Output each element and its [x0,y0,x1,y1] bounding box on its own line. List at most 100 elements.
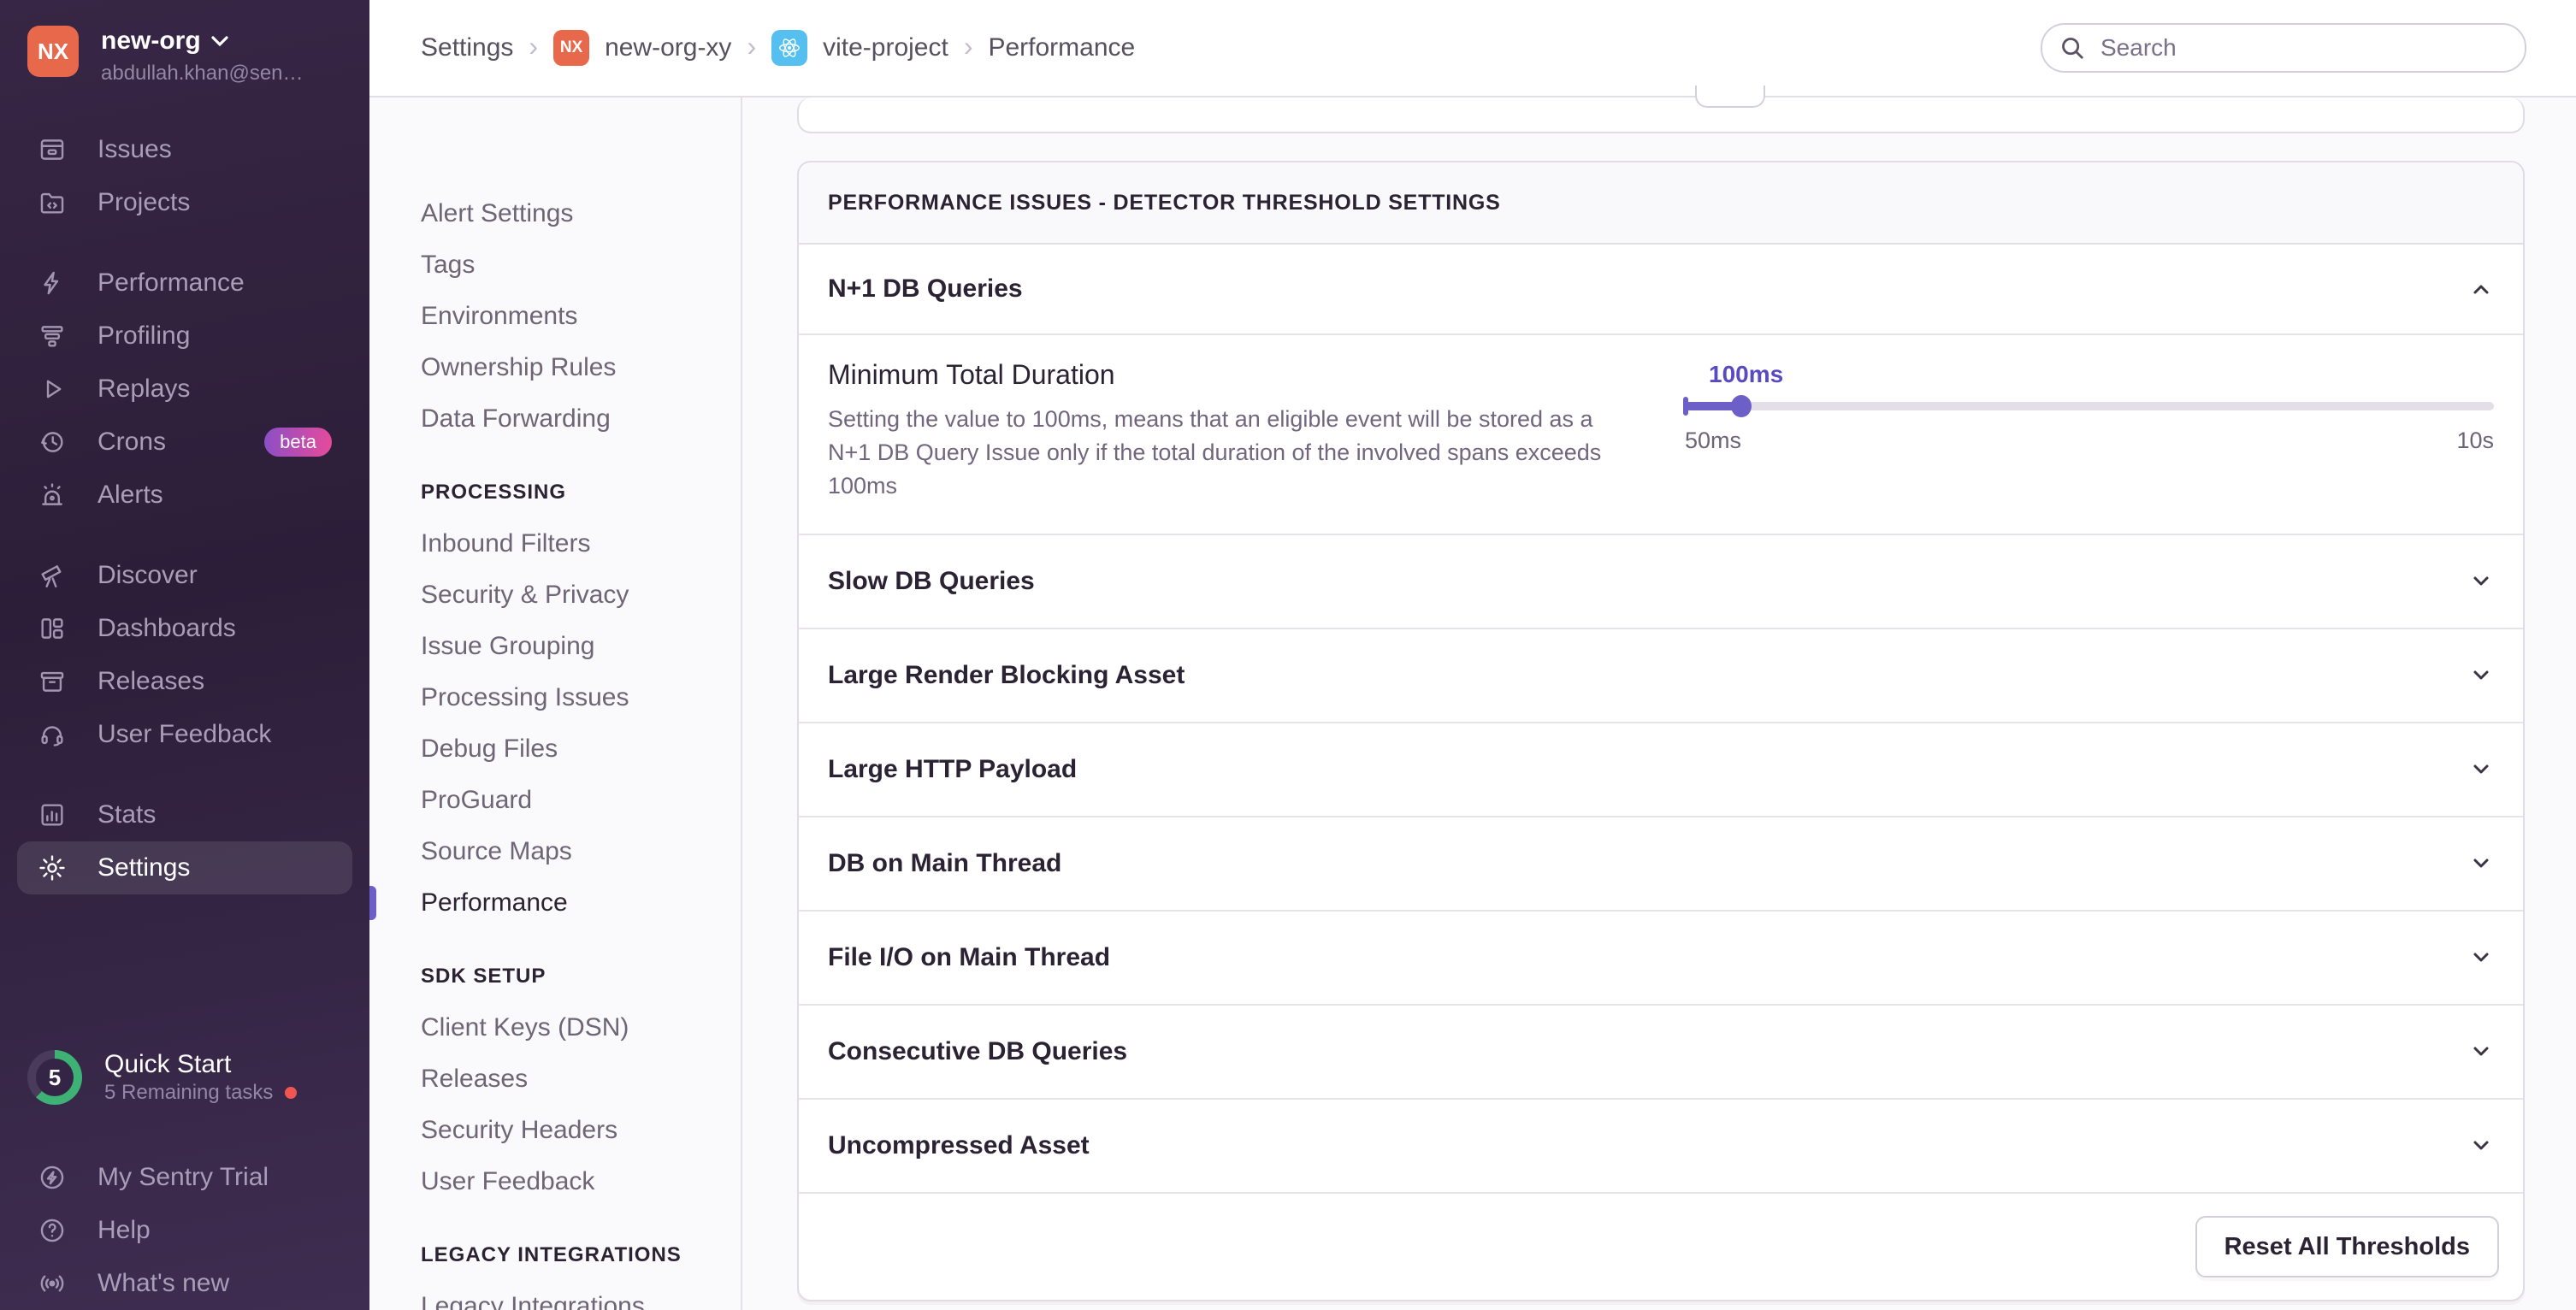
issues-icon [38,135,67,164]
user-feedback-icon [38,720,67,749]
setting-description: Setting the value to 100ms, means that a… [828,403,1632,503]
setting-title: Minimum Total Duration [828,359,1632,391]
breadcrumb-separator: › [529,32,538,63]
sidebar-item-label: Stats [97,800,156,829]
accordion-row-large-render-blocking-asset[interactable]: Large Render Blocking Asset [799,629,2523,723]
sidebar-item-releases[interactable]: Releases [17,655,352,708]
settings-nav-header-legacy-integrations: LEGACY INTEGRATIONS [421,1230,741,1281]
settings-nav-item-processing-issues[interactable]: Processing Issues [421,672,741,723]
sidebar-item-settings[interactable]: Settings [17,841,352,894]
sidebar-item-profiling[interactable]: Profiling [17,310,352,363]
settings-nav-item-legacy-integrations[interactable]: Legacy Integrations [421,1281,741,1310]
accordion-title: Large Render Blocking Asset [828,661,1185,690]
quick-start-count: 5 [27,1050,82,1105]
chevron-up-icon [2468,276,2494,302]
org-user-email: abdullah.khan@sen… [101,62,304,86]
accordion-row-uncompressed-asset[interactable]: Uncompressed Asset [799,1100,2523,1194]
breadcrumb-separator: › [747,32,756,63]
crons-icon [38,428,67,457]
sidebar-item-discover[interactable]: Discover [17,549,352,602]
accordion-row-db-on-main-thread[interactable]: DB on Main Thread [799,817,2523,912]
releases-icon [38,667,67,696]
settings-nav-item-security-privacy[interactable]: Security & Privacy [421,569,741,621]
sidebar-item-projects[interactable]: Projects [17,176,352,229]
chevron-down-icon [2468,1039,2494,1065]
sidebar-item-label: Settings [97,853,190,882]
beta-badge: beta [264,428,332,457]
settings-nav-item-issue-grouping[interactable]: Issue Grouping [421,621,741,672]
settings-nav-item-tags[interactable]: Tags [421,239,741,291]
quick-start-title: Quick Start [104,1049,297,1080]
settings-nav-item-security-headers[interactable]: Security Headers [421,1105,741,1156]
sidebar-item-stats[interactable]: Stats [17,788,352,841]
sidebar-item-label: Performance [97,268,245,298]
primary-sidebar: NX new-org abdullah.khan@sen… IssuesProj… [0,0,369,1310]
accordion-row-file-i-o-on-main-thread[interactable]: File I/O on Main Thread [799,912,2523,1006]
breadcrumb: Settings › NX new-org-xy › vite-project … [421,30,1135,66]
sidebar-item-replays[interactable]: Replays [17,363,352,416]
sidebar-item-alerts[interactable]: Alerts [17,469,352,522]
settings-nav-item-alert-settings[interactable]: Alert Settings [421,188,741,239]
duration-slider: 100ms 50ms 10s [1685,359,2494,503]
sidebar-item-label: Replays [97,375,190,404]
performance-icon [38,268,67,298]
slider-value-label: 100ms [1709,361,2494,390]
chevron-down-icon [2468,663,2494,688]
breadcrumb-settings[interactable]: Settings [421,33,513,62]
alerts-icon [38,481,67,510]
slider-track[interactable] [1685,395,2494,417]
sidebar-nav: IssuesProjects Performance Profiling Replay… [0,123,369,922]
search-input[interactable] [2097,32,2508,63]
sidebar-item-what-s-new[interactable]: What's new [17,1257,352,1310]
settings-nav-item-releases[interactable]: Releases [421,1053,741,1105]
accordion-row-large-http-payload[interactable]: Large HTTP Payload [799,723,2523,817]
slider-thumb[interactable] [1731,395,1752,417]
settings-nav-item-performance[interactable]: Performance [421,877,741,929]
sidebar-item-issues[interactable]: Issues [17,123,352,176]
settings-nav-item-client-keys-dsn[interactable]: Client Keys (DSN) [421,1002,741,1053]
settings-nav-item-debug-files[interactable]: Debug Files [421,723,741,775]
accordion-row-n1-db-queries[interactable]: N+1 DB Queries [799,245,2523,335]
trial-icon [38,1163,67,1192]
app-window: NX new-org abdullah.khan@sen… IssuesProj… [0,0,2576,1310]
breadcrumb-project[interactable]: vite-project [823,33,948,62]
accordion-title: Slow DB Queries [828,567,1035,596]
sidebar-item-my-sentry-trial[interactable]: My Sentry Trial [17,1151,352,1204]
sidebar-item-dashboards[interactable]: Dashboards [17,602,352,655]
panel-footer: Reset All Thresholds [799,1194,2523,1300]
sidebar-item-performance[interactable]: Performance [17,257,352,310]
settings-nav-item-inbound-filters[interactable]: Inbound Filters [421,518,741,569]
detector-threshold-panel: PERFORMANCE ISSUES - DETECTOR THRESHOLD … [797,161,2525,1301]
chevron-down-icon [2468,1133,2494,1159]
sidebar-item-user-feedback[interactable]: User Feedback [17,708,352,761]
scrolled-control-remnant[interactable] [1695,86,1765,108]
sidebar-item-label: User Feedback [97,720,271,749]
settings-nav-item-ownership-rules[interactable]: Ownership Rules [421,342,741,393]
settings-nav-item-environments[interactable]: Environments [421,291,741,342]
org-name: new-org [101,26,201,56]
sidebar-item-help[interactable]: Help [17,1204,352,1257]
accordion-row-slow-db-queries[interactable]: Slow DB Queries [799,535,2523,629]
settings-nav-item-data-forwarding[interactable]: Data Forwarding [421,393,741,445]
quick-start[interactable]: 5 Quick Start 5 Remaining tasks [0,1043,369,1112]
topbar: Settings › NX new-org-xy › vite-project … [369,0,2576,97]
sidebar-item-crons[interactable]: Crons beta [17,416,352,469]
scrolled-panel-remnant [797,97,2525,133]
breadcrumb-org[interactable]: new-org-xy [605,33,731,62]
sidebar-item-label: What's new [97,1269,229,1298]
sidebar-item-label: Crons [97,428,166,457]
sidebar-footer-nav: My Sentry TrialHelp What's new [0,1151,369,1310]
org-avatar: NX [27,26,79,77]
accordion-row-consecutive-db-queries[interactable]: Consecutive DB Queries [799,1006,2523,1100]
n1-db-queries-settings: Minimum Total Duration Setting the value… [799,335,2523,535]
org-switcher[interactable]: NX new-org abdullah.khan@sen… [0,0,369,86]
settings-nav-item-source-maps[interactable]: Source Maps [421,826,741,877]
sidebar-group: Performance Profiling Replays Crons beta Aler… [0,257,369,522]
settings-nav-item-proguard[interactable]: ProGuard [421,775,741,826]
reset-all-thresholds-button[interactable]: Reset All Thresholds [2195,1216,2499,1278]
sidebar-group: IssuesProjects [0,123,369,229]
settings-nav-item-user-feedback[interactable]: User Feedback [421,1156,741,1207]
whats-new-icon [38,1269,67,1298]
sidebar-group: DiscoverDashboardsReleases User Feedback [0,549,369,761]
search-box[interactable] [2041,23,2526,73]
